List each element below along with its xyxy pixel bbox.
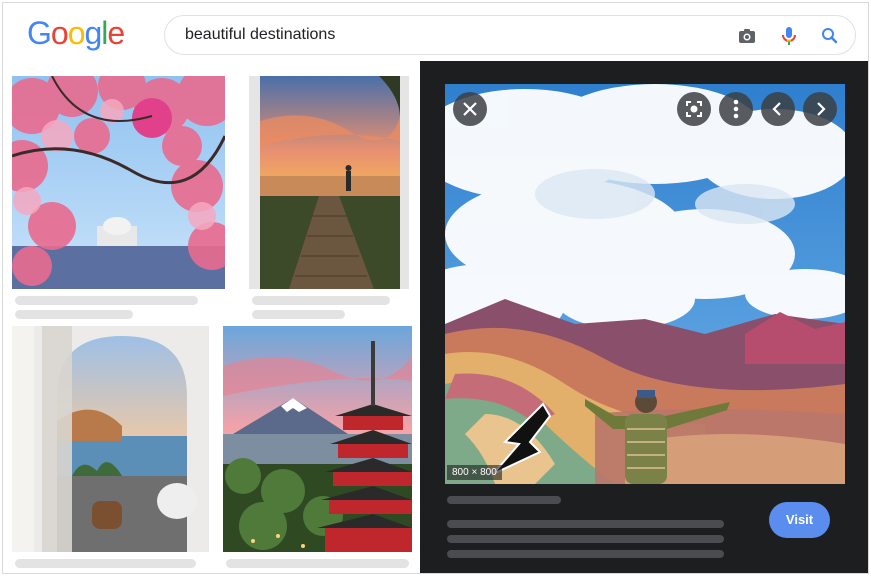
chevron-right-icon[interactable] xyxy=(803,92,837,126)
close-icon[interactable] xyxy=(453,92,487,126)
more-vert-icon[interactable] xyxy=(719,92,753,126)
lens-icon[interactable] xyxy=(677,92,711,126)
result-source-placeholder xyxy=(252,310,345,319)
logo-letter: o xyxy=(67,15,86,51)
result-title-placeholder xyxy=(252,296,390,305)
preview-source-placeholder xyxy=(447,496,561,504)
chevron-left-icon[interactable] xyxy=(761,92,795,126)
result-source-placeholder xyxy=(15,310,133,319)
preview-title-placeholder xyxy=(447,520,724,528)
preview-image-rainbow-mountain[interactable]: 800 × 800 xyxy=(445,84,845,484)
image-preview-panel: 800 × 800 Visit xyxy=(420,61,868,573)
result-image-cherry-blossom[interactable] xyxy=(12,76,225,289)
search-query[interactable]: beautiful destinations xyxy=(185,26,335,44)
result-source-placeholder xyxy=(15,573,133,574)
visit-button[interactable]: Visit xyxy=(769,502,830,538)
image-dimensions: 800 × 800 xyxy=(447,465,502,480)
preview-title-placeholder xyxy=(447,550,724,558)
result-title-placeholder xyxy=(226,559,409,568)
logo-letter: G xyxy=(27,15,52,51)
image-results-grid xyxy=(3,61,421,574)
result-title-placeholder xyxy=(15,559,196,568)
search-input[interactable]: beautiful destinations xyxy=(164,15,856,55)
result-image-arch-window[interactable] xyxy=(12,326,209,552)
logo-letter: o xyxy=(50,15,69,51)
search-icon[interactable] xyxy=(819,25,841,47)
logo-letter: g xyxy=(84,15,102,51)
app-frame: Google beautiful destinations 800 × 800 … xyxy=(2,2,869,574)
camera-icon[interactable] xyxy=(736,25,758,47)
header: Google beautiful destinations xyxy=(3,3,868,63)
logo-letter: e xyxy=(107,15,125,51)
result-title-placeholder xyxy=(15,296,198,305)
microphone-icon[interactable] xyxy=(778,25,800,47)
result-image-fuji-pagoda[interactable] xyxy=(223,326,412,552)
google-logo[interactable]: Google xyxy=(27,15,125,52)
result-image-boardwalk-sunset[interactable] xyxy=(249,76,409,289)
preview-title-placeholder xyxy=(447,535,724,543)
result-source-placeholder xyxy=(226,573,344,574)
